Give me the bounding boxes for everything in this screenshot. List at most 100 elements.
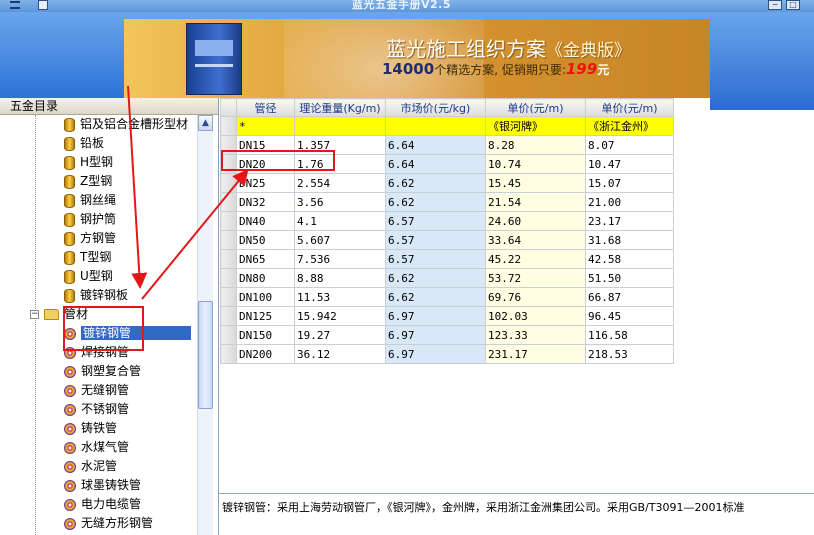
tree-item[interactable]: 不锈钢管 bbox=[64, 400, 129, 419]
grid-cell[interactable]: 4.1 bbox=[294, 211, 386, 231]
row-indicator[interactable] bbox=[220, 116, 237, 136]
grid-cell[interactable]: 69.76 bbox=[485, 287, 586, 307]
grid-cell[interactable]: DN200 bbox=[236, 344, 295, 364]
grid-cell[interactable]: 36.12 bbox=[294, 344, 386, 364]
grid-cell[interactable]: DN40 bbox=[236, 211, 295, 231]
grid-cell[interactable]: 6.64 bbox=[385, 154, 486, 174]
grid-cell[interactable]: 123.33 bbox=[485, 325, 586, 345]
menu-icon[interactable] bbox=[10, 1, 20, 9]
row-indicator[interactable] bbox=[220, 173, 237, 193]
grid-cell[interactable]: 231.17 bbox=[485, 344, 586, 364]
grid-row[interactable]: DN200 36.12 6.97 231.17 218.53 bbox=[220, 344, 674, 364]
tree-item[interactable]: 无缝方形钢管 bbox=[64, 514, 153, 533]
tree-item[interactable]: 镀锌钢板 bbox=[64, 286, 128, 305]
tree-item[interactable]: Z型钢 bbox=[64, 172, 112, 191]
grid-cell[interactable]: DN25 bbox=[236, 173, 295, 193]
grid-row[interactable]: DN150 19.27 6.97 123.33 116.58 bbox=[220, 325, 674, 345]
tree-item[interactable]: 铸铁管 bbox=[64, 419, 117, 438]
grid-cell[interactable]: 19.27 bbox=[294, 325, 386, 345]
tree-item[interactable]: 球墨铸铁管 bbox=[64, 476, 141, 495]
grid-cell[interactable] bbox=[385, 116, 486, 136]
data-grid[interactable]: 管径 理论重量(Kg/m) 市场价(元/kg) 单价(元/m) 单价(元/m) … bbox=[220, 98, 674, 364]
grid-cell[interactable]: 6.62 bbox=[385, 268, 486, 288]
app-icon[interactable] bbox=[38, 0, 48, 10]
grid-cell[interactable]: DN65 bbox=[236, 249, 295, 269]
grid-cell[interactable]: * bbox=[236, 116, 295, 136]
tree-item[interactable]: T型钢 bbox=[64, 248, 111, 267]
grid-cell[interactable]: 42.58 bbox=[585, 249, 674, 269]
grid-cell[interactable]: 15.942 bbox=[294, 306, 386, 326]
grid-row[interactable]: DN50 5.607 6.57 33.64 31.68 bbox=[220, 230, 674, 250]
grid-cell[interactable]: DN150 bbox=[236, 325, 295, 345]
grid-cell[interactable]: 218.53 bbox=[585, 344, 674, 364]
grid-cell[interactable]: 96.45 bbox=[585, 306, 674, 326]
row-indicator[interactable] bbox=[220, 306, 237, 326]
grid-cell[interactable]: 15.45 bbox=[485, 173, 586, 193]
tree-item[interactable]: 钢丝绳 bbox=[64, 191, 116, 210]
scroll-thumb[interactable] bbox=[198, 301, 213, 409]
tree-item[interactable]: 钢护筒 bbox=[64, 210, 116, 229]
grid-cell[interactable]: 6.57 bbox=[385, 249, 486, 269]
row-indicator[interactable] bbox=[220, 211, 237, 231]
grid-cell[interactable]: DN32 bbox=[236, 192, 295, 212]
grid-row[interactable]: DN25 2.554 6.62 15.45 15.07 bbox=[220, 173, 674, 193]
grid-cell[interactable]: 6.62 bbox=[385, 287, 486, 307]
column-header[interactable]: 理论重量(Kg/m) bbox=[294, 98, 386, 117]
grid-cell[interactable]: 11.53 bbox=[294, 287, 386, 307]
grid-cell[interactable]: DN50 bbox=[236, 230, 295, 250]
grid-cell[interactable]: 6.97 bbox=[385, 306, 486, 326]
tree-item[interactable]: 铅板 bbox=[64, 134, 104, 153]
grid-cell[interactable]: 31.68 bbox=[585, 230, 674, 250]
row-indicator[interactable] bbox=[220, 249, 237, 269]
tree-item[interactable]: 铝及铝合金槽形型材 bbox=[64, 115, 188, 134]
row-indicator[interactable] bbox=[220, 344, 237, 364]
minimize-button[interactable]: − bbox=[768, 0, 782, 10]
tree-item[interactable]: 电力电缆管 bbox=[64, 495, 141, 514]
grid-cell[interactable]: 66.87 bbox=[585, 287, 674, 307]
grid-row[interactable]: DN80 8.88 6.62 53.72 51.50 bbox=[220, 268, 674, 288]
row-indicator[interactable] bbox=[220, 287, 237, 307]
grid-cell[interactable]: 6.57 bbox=[385, 211, 486, 231]
grid-cell[interactable]: 51.50 bbox=[585, 268, 674, 288]
grid-cell[interactable]: 6.97 bbox=[385, 344, 486, 364]
scroll-up-button[interactable]: ▲ bbox=[198, 115, 213, 131]
grid-row[interactable]: DN65 7.536 6.57 45.22 42.58 bbox=[220, 249, 674, 269]
row-indicator[interactable] bbox=[220, 230, 237, 250]
grid-cell[interactable]: 7.536 bbox=[294, 249, 386, 269]
grid-cell[interactable]: 45.22 bbox=[485, 249, 586, 269]
column-header[interactable]: 单价(元/m) bbox=[585, 98, 674, 117]
tree-item[interactable]: 水泥管 bbox=[64, 457, 117, 476]
row-indicator[interactable] bbox=[220, 325, 237, 345]
grid-row[interactable]: DN100 11.53 6.62 69.76 66.87 bbox=[220, 287, 674, 307]
tree-item[interactable]: 方钢管 bbox=[64, 229, 116, 248]
grid-cell[interactable]: 21.00 bbox=[585, 192, 674, 212]
grid-cell[interactable]: DN100 bbox=[236, 287, 295, 307]
grid-cell[interactable]: 6.57 bbox=[385, 230, 486, 250]
grid-cell[interactable]: 23.17 bbox=[585, 211, 674, 231]
grid-row[interactable]: DN125 15.942 6.97 102.03 96.45 bbox=[220, 306, 674, 326]
grid-new-row[interactable]: * 《银河牌》 《浙江金州》 bbox=[220, 116, 674, 136]
tree-item[interactable]: H型钢 bbox=[64, 153, 113, 172]
grid-row[interactable]: DN32 3.56 6.62 21.54 21.00 bbox=[220, 192, 674, 212]
grid-cell[interactable]: 8.88 bbox=[294, 268, 386, 288]
row-indicator[interactable] bbox=[220, 192, 237, 212]
grid-cell[interactable]: 116.58 bbox=[585, 325, 674, 345]
grid-cell[interactable]: DN125 bbox=[236, 306, 295, 326]
grid-cell[interactable]: 6.62 bbox=[385, 173, 486, 193]
tree-item[interactable]: 无缝钢管 bbox=[64, 381, 129, 400]
grid-cell[interactable]: 5.607 bbox=[294, 230, 386, 250]
column-header[interactable]: 单价(元/m) bbox=[485, 98, 586, 117]
grid-cell[interactable]: 6.64 bbox=[385, 135, 486, 155]
grid-cell[interactable]: 8.07 bbox=[585, 135, 674, 155]
tree-scrollbar[interactable]: ▲ bbox=[197, 115, 213, 535]
tree-item[interactable]: U型钢 bbox=[64, 267, 113, 286]
grid-cell[interactable]: 《银河牌》 bbox=[485, 116, 586, 136]
grid-cell[interactable]: 102.03 bbox=[485, 306, 586, 326]
grid-row[interactable]: DN40 4.1 6.57 24.60 23.17 bbox=[220, 211, 674, 231]
ad-banner[interactable]: 蓝光施工组织方案《金典版》 14000个精选方案, 促销期只要:199元 bbox=[124, 19, 710, 98]
grid-cell[interactable]: 33.64 bbox=[485, 230, 586, 250]
grid-cell[interactable]: 10.47 bbox=[585, 154, 674, 174]
tree-item[interactable]: 钢塑复合管 bbox=[64, 362, 141, 381]
column-header[interactable]: 管径 bbox=[236, 98, 295, 117]
maximize-button[interactable]: □ bbox=[786, 0, 800, 10]
